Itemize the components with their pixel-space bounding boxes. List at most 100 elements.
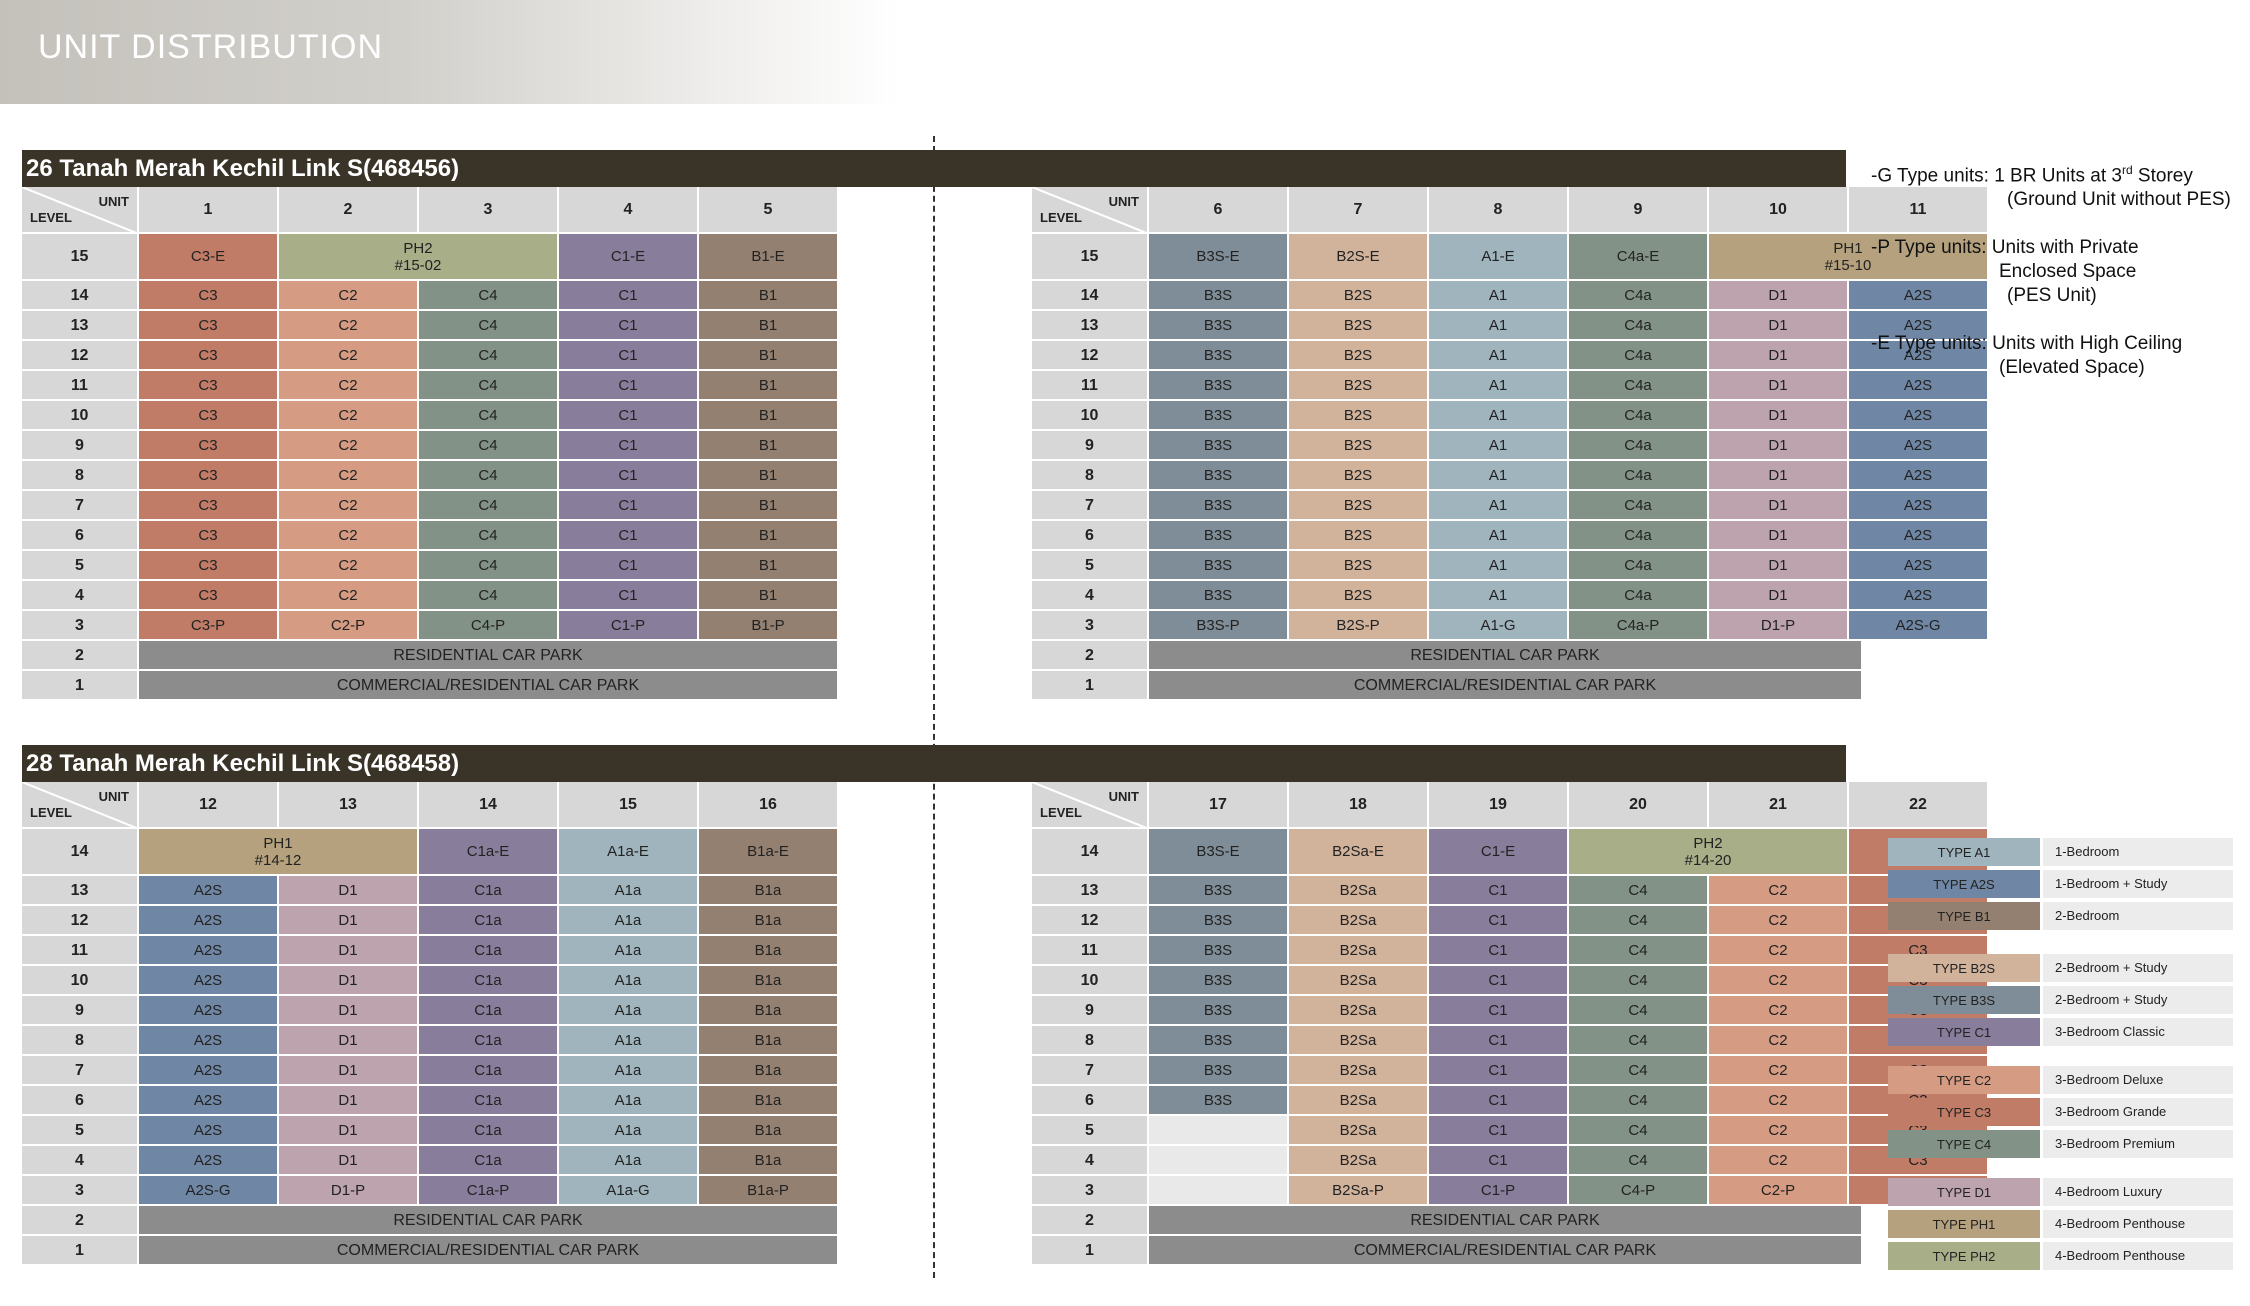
unit-cell: A2S [139, 906, 279, 936]
unit-cell: B1 [699, 281, 839, 311]
unit-header: 15 [559, 782, 699, 829]
unit-cell: D1 [1709, 431, 1849, 461]
unit-cell: PH1 #14-12 [139, 829, 419, 876]
unit-cell: A1 [1429, 461, 1569, 491]
unit-cell: C4a [1569, 581, 1709, 611]
unit-cell: B3S [1149, 521, 1289, 551]
note-p: -P Type units: Units with Private Enclos… [1871, 236, 2231, 308]
unit-cell: A1a-E [559, 829, 699, 876]
level-label: 14 [22, 281, 139, 311]
unit-cell: A1a [559, 876, 699, 906]
note-g-text-b: Storey [2132, 165, 2193, 187]
unit-cell: A2S [139, 1086, 279, 1116]
legend-swatch: TYPE C3 [1888, 1098, 2040, 1126]
unit-cell: C1a [419, 1056, 559, 1086]
unit-cell: B2Sa [1289, 1086, 1429, 1116]
unit-cell: D1 [1709, 281, 1849, 311]
unit-cell: B1 [699, 371, 839, 401]
unit-cell: B2Sa [1289, 966, 1429, 996]
legend-swatch: TYPE C1 [1888, 1018, 2040, 1046]
unit-cell: A2S [1849, 401, 1989, 431]
unit-cell: D1 [279, 936, 419, 966]
unit-cell: A1a [559, 1026, 699, 1056]
unit-cell: C4 [419, 551, 559, 581]
unit-cell: B3S [1149, 581, 1289, 611]
note-g-sup: rd [2121, 163, 2133, 177]
unit-cell: A1a-G [559, 1176, 699, 1206]
unit-cell: A1 [1429, 521, 1569, 551]
legend-swatch: TYPE D1 [1888, 1178, 2040, 1206]
unit-cell: B1a [699, 996, 839, 1026]
unit-cell: D1 [279, 906, 419, 936]
unit-cell: C2 [279, 521, 419, 551]
unit-cell: C4 [419, 491, 559, 521]
unit-cell: B3S [1149, 906, 1289, 936]
legend-description: 2-Bedroom [2043, 902, 2233, 930]
unit-cell: C1 [559, 341, 699, 371]
unit-axis-label: UNIT [1108, 789, 1139, 804]
unit-cell: A1-G [1429, 611, 1569, 641]
unit-cell: B1a-E [699, 829, 839, 876]
level-label: 10 [1032, 966, 1149, 996]
unit-cell: C1 [1429, 966, 1569, 996]
unit-cell: C3 [139, 581, 279, 611]
unit-cell: C4 [419, 311, 559, 341]
empty-cell [1149, 1146, 1289, 1176]
unit-cell: C3 [139, 371, 279, 401]
unit-header: 7 [1289, 187, 1429, 234]
unit-cell: C4 [1569, 1116, 1709, 1146]
note-e-detail: (Elevated Space) [1999, 357, 2145, 379]
level-label: 1 [22, 671, 139, 701]
unit-header: 4 [559, 187, 699, 234]
unit-cell: A2S [139, 1146, 279, 1176]
note-g: -G Type units: 1 BR Units at 3rd Storey … [1871, 158, 2231, 212]
level-label: 6 [22, 521, 139, 551]
level-label: 8 [1032, 461, 1149, 491]
unit-cell: B2S [1289, 371, 1429, 401]
level-label: 1 [22, 1236, 139, 1266]
level-label: 13 [22, 311, 139, 341]
unit-cell: C2-P [1709, 1176, 1849, 1206]
unit-cell: C2 [1709, 1056, 1849, 1086]
level-label: 4 [1032, 581, 1149, 611]
unit-header: 16 [699, 782, 839, 829]
unit-cell: B2S [1289, 581, 1429, 611]
unit-cell: C4 [419, 401, 559, 431]
unit-cell: B2S [1289, 551, 1429, 581]
unit-cell: A1 [1429, 401, 1569, 431]
unit-axis-label: UNIT [98, 789, 129, 804]
unit-cell: C1 [559, 401, 699, 431]
unit-cell: A1-E [1429, 234, 1569, 281]
unit-cell: C1 [1429, 906, 1569, 936]
unit-cell: C1a-E [419, 829, 559, 876]
unit-cell: D1 [1709, 371, 1849, 401]
car-park-row: COMMERCIAL/RESIDENTIAL CAR PARK [1149, 1236, 1863, 1266]
unit-cell: C4 [1569, 936, 1709, 966]
unit-cell: B2S [1289, 491, 1429, 521]
unit-cell: B1-E [699, 234, 839, 281]
legend-swatch: TYPE C4 [1888, 1130, 2040, 1158]
unit-cell: C3 [139, 311, 279, 341]
unit-level-corner: UNIT LEVEL [1032, 187, 1149, 234]
level-label: 9 [22, 996, 139, 1026]
unit-cell: C1a-P [419, 1176, 559, 1206]
car-park-row: RESIDENTIAL CAR PARK [1149, 1206, 1863, 1236]
legend-description: 1-Bedroom + Study [2043, 870, 2233, 898]
level-label: 1 [1032, 671, 1149, 701]
unit-cell: B3S [1149, 1026, 1289, 1056]
unit-cell: C4 [1569, 966, 1709, 996]
unit-header: 20 [1569, 782, 1709, 829]
legend-swatch: TYPE B3S [1888, 986, 2040, 1014]
unit-cell: B1a [699, 1146, 839, 1176]
unit-cell: B2S [1289, 401, 1429, 431]
unit-cell: B1 [699, 581, 839, 611]
level-label: 1 [1032, 1236, 1149, 1266]
unit-cell: D1 [279, 996, 419, 1026]
level-label: 12 [22, 341, 139, 371]
level-label: 7 [22, 1056, 139, 1086]
unit-cell: C1 [1429, 936, 1569, 966]
unit-cell: B2S [1289, 521, 1429, 551]
level-axis-label: LEVEL [1040, 805, 1082, 820]
level-label: 10 [1032, 401, 1149, 431]
unit-cell: B2Sa [1289, 1026, 1429, 1056]
